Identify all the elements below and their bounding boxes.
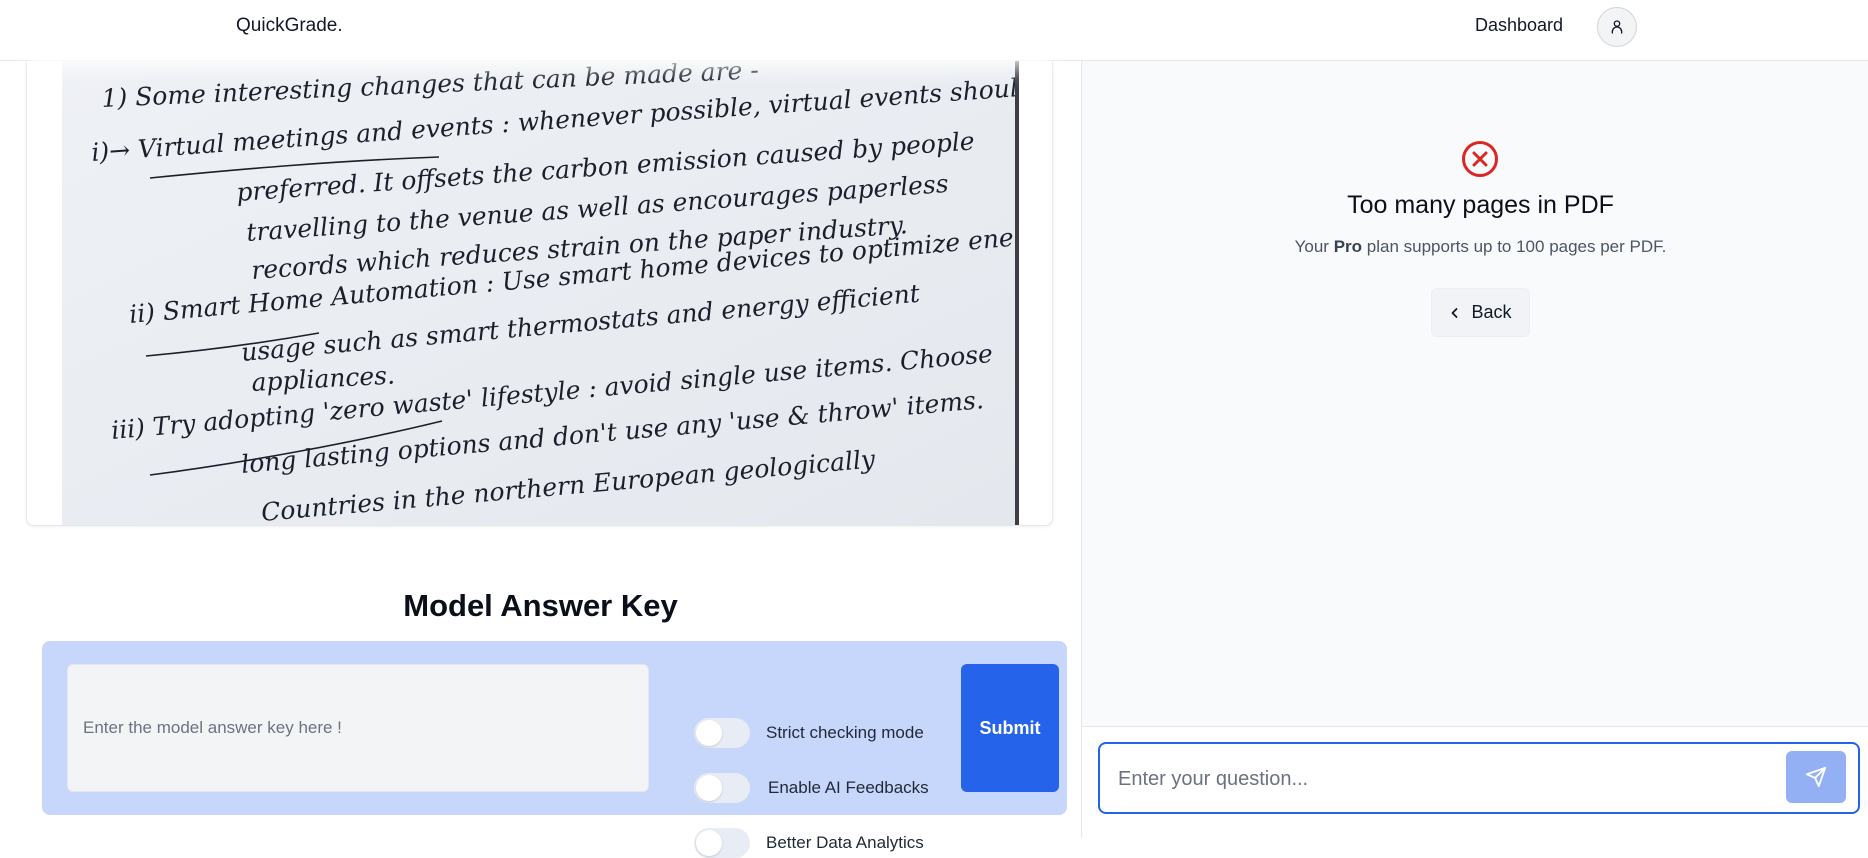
top-navbar: QuickGrade. Dashboard xyxy=(0,0,1868,61)
answer-key-input[interactable] xyxy=(67,664,649,792)
model-answer-key-title: Model Answer Key xyxy=(403,588,678,623)
strict-checking-toggle[interactable] xyxy=(694,718,750,748)
answer-key-panel: Strict checking mode Enable AI Feedbacks… xyxy=(42,641,1067,858)
answer-sheet-viewer[interactable]: 1) Some interesting changes that can be … xyxy=(26,61,1053,526)
handwritten-page-image: 1) Some interesting changes that can be … xyxy=(62,61,1019,525)
page-edge xyxy=(1015,61,1019,525)
user-avatar-button[interactable] xyxy=(1597,7,1637,47)
toggle-knob xyxy=(696,720,722,746)
ai-feedback-label: Enable AI Feedbacks xyxy=(768,778,929,797)
x-circle-icon xyxy=(1462,141,1498,177)
back-button[interactable]: Back xyxy=(1431,288,1530,337)
nav-dashboard-link[interactable]: Dashboard xyxy=(1475,15,1563,36)
plan-name: Pro xyxy=(1333,237,1363,256)
ai-feedback-toggle[interactable] xyxy=(694,773,750,803)
grading-workspace: 1) Some interesting changes that can be … xyxy=(0,61,1081,858)
brand-logo[interactable]: QuickGrade. xyxy=(236,15,343,37)
header-overlay xyxy=(30,0,1050,60)
error-message: Your Pro plan supports up to 100 pages p… xyxy=(1082,237,1868,257)
back-label: Back xyxy=(1471,302,1512,322)
error-message-suffix: plan supports up to 100 pages per PDF. xyxy=(1366,237,1667,256)
data-analytics-toggle[interactable] xyxy=(694,828,750,858)
error-title: Too many pages in PDF xyxy=(1347,191,1614,219)
toggle-row-analytics: Better Data Analytics xyxy=(694,828,924,858)
submit-button[interactable]: Submit xyxy=(961,664,1059,792)
toggle-row-ai-feedback: Enable AI Feedbacks xyxy=(694,773,929,803)
chevron-left-icon xyxy=(1452,307,1458,318)
data-analytics-label: Better Data Analytics xyxy=(766,833,924,852)
chat-bar xyxy=(1082,726,1868,838)
chat-input-wrapper xyxy=(1098,742,1860,814)
result-panel: Too many pages in PDF Your Pro plan supp… xyxy=(1081,61,1868,838)
user-icon xyxy=(1611,20,1623,34)
question-input[interactable] xyxy=(1118,762,1758,796)
send-button[interactable] xyxy=(1786,751,1846,803)
toggle-knob xyxy=(696,830,722,856)
toggle-knob xyxy=(696,775,722,801)
send-icon xyxy=(1805,766,1827,788)
strict-checking-label: Strict checking mode xyxy=(766,723,924,742)
toggle-row-strict: Strict checking mode xyxy=(694,718,924,748)
error-message-prefix: Your xyxy=(1294,237,1329,256)
scanned-answer-page: 1) Some interesting changes that can be … xyxy=(62,61,1019,525)
